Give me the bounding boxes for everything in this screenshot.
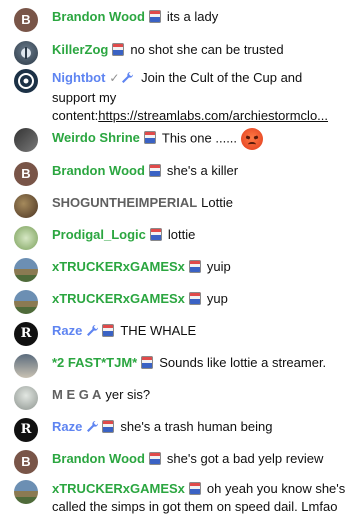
author-name[interactable]: Nightbot [52,70,105,85]
author-name[interactable]: Brandon Wood [52,451,145,466]
avatar[interactable] [14,194,38,218]
member-badge-icon [188,260,201,273]
avatar[interactable]: B [14,450,38,474]
message-text: its a lady [166,9,219,24]
member-badge-icon [149,228,162,241]
member-badge-icon [188,292,201,305]
author-name[interactable]: Prodigal_Logic [52,227,146,242]
member-badge-icon [141,356,154,369]
chat-message: xTRUCKERxGAMESx oh yeah you know she's ca… [0,480,353,516]
avatar[interactable] [14,354,38,378]
verified-check-icon: ✓ [109,71,120,85]
chat-message: Prodigal_Logic lottie [0,226,353,250]
chat-message: B Brandon Wood she's got a bad yelp revie… [0,450,353,474]
live-chat-list: B Brandon Wood its a lady KillerZog no sho… [0,0,353,517]
author-name[interactable]: *2 FAST*TJM* [52,355,137,370]
chat-message: R Raze she's a trash human being [0,418,353,442]
avatar[interactable]: R [14,322,38,346]
chat-message: xTRUCKERxGAMESx yup [0,290,353,314]
author-name[interactable]: SHOGUNTHEIMPERIAL [52,195,197,210]
chat-message: xTRUCKERxGAMESx yuip [0,258,353,282]
avatar[interactable]: B [14,162,38,186]
message-text: yuip [206,259,231,274]
angry-face-icon [241,128,264,150]
avatar[interactable] [14,386,38,410]
moderator-wrench-icon [86,324,99,342]
message-link[interactable]: https://streamlabs.com/archiestormclo... [98,108,328,123]
chat-message: SHOGUNTHEIMPERIAL Lottie [0,194,353,218]
message-text: This one ...... [161,130,238,146]
chat-message: KillerZog no shot she can be trusted [0,41,353,65]
member-badge-icon [102,420,115,433]
message-text: THE WHALE [120,323,197,338]
chat-message: *2 FAST*TJM* Sounds like lottie a streame… [0,354,353,378]
member-badge-icon [102,324,115,337]
moderator-wrench-icon [86,420,99,438]
message-text: yer sis? [105,387,151,402]
avatar-image-icon [21,47,31,59]
avatar[interactable] [14,290,38,314]
message-text: Sounds like lottie a streamer. [159,355,327,370]
message-text: Lottie [201,195,233,210]
author-name[interactable]: xTRUCKERxGAMESx [52,481,185,496]
avatar[interactable] [14,226,38,250]
avatar[interactable] [14,41,38,65]
author-name[interactable]: KillerZog [52,42,108,57]
chat-message: B Brandon Wood she's a killer [0,162,353,186]
moderator-wrench-icon [121,71,134,89]
avatar[interactable] [14,69,38,93]
member-badge-icon [112,43,125,56]
message-text: no shot she can be trusted [130,42,284,57]
chat-message: R Raze THE WHALE [0,322,353,346]
author-name[interactable]: xTRUCKERxGAMESx [52,291,185,306]
message-text: she's a trash human being [120,419,273,434]
author-name[interactable]: Weirdo Shrine [52,130,140,145]
chat-message: M E G A yer sis? [0,386,353,410]
author-name[interactable]: Brandon Wood [52,9,145,24]
author-name[interactable]: xTRUCKERxGAMESx [52,259,185,274]
member-badge-icon [148,164,161,177]
member-badge-icon [148,10,161,23]
chat-message: Weirdo Shrine This one ...... [0,128,353,152]
author-name[interactable]: Brandon Wood [52,163,145,178]
author-name[interactable]: Raze [52,323,82,338]
member-badge-icon [148,452,161,465]
member-badge-icon [188,482,201,495]
avatar[interactable] [14,480,38,504]
member-badge-icon [143,131,156,145]
message-text: lottie [167,227,196,242]
message-text: she's a killer [166,163,239,178]
author-name[interactable]: Raze [52,419,82,434]
author-name[interactable]: M E G A [52,387,101,402]
avatar[interactable]: B [14,8,38,32]
message-text: she's got a bad yelp review [166,451,324,466]
avatar[interactable] [14,258,38,282]
nightbot-logo-icon [18,73,34,89]
chat-message: Nightbot ✓ Join the Cult of the Cup and s… [0,69,353,125]
message-text: yup [206,291,228,306]
avatar[interactable]: R [14,418,38,442]
avatar[interactable] [14,128,38,152]
chat-message: B Brandon Wood its a lady [0,8,353,32]
